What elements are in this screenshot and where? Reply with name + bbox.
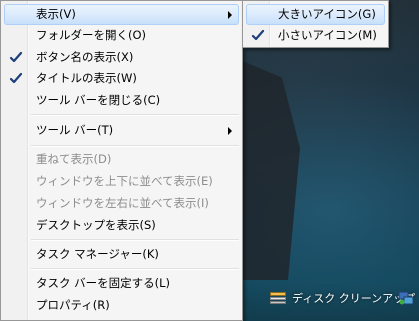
menu-item-label: プロパティ(R) xyxy=(36,298,110,312)
view-submenu: 大きいアイコン(G) 小さいアイコン(M) xyxy=(242,0,389,48)
menu-item-label: 小さいアイコン(M) xyxy=(278,28,377,42)
menu-item-label: デスクトップを表示(S) xyxy=(36,218,156,232)
network-icon[interactable] xyxy=(398,290,414,306)
taskbar-context-menu: 表示(V) フォルダーを開く(O) ボタン名の表示(X) タイトルの表示(W) … xyxy=(0,0,243,321)
menu-separator xyxy=(31,268,239,270)
menu-item-lock-taskbar[interactable]: タスク バーを固定する(L) xyxy=(4,273,239,294)
disk-cleanup-label: ディスク クリーンアップ xyxy=(292,292,416,305)
menu-item-properties[interactable]: プロパティ(R) xyxy=(4,295,239,316)
menu-item-label: ボタン名の表示(X) xyxy=(36,50,134,64)
menu-item-label: ウィンドウを左右に並べて表示(I) xyxy=(36,196,209,210)
menu-item-toolbars[interactable]: ツール バー(T) xyxy=(4,120,239,141)
menu-item-label: フォルダーを開く(O) xyxy=(36,28,147,42)
submenu-item-large-icons[interactable]: 大きいアイコン(G) xyxy=(246,4,385,25)
menu-item-view[interactable]: 表示(V) xyxy=(4,4,239,25)
desktop-rock xyxy=(240,60,300,280)
menu-separator xyxy=(31,114,239,116)
menu-item-label: タスク バーを固定する(L) xyxy=(36,276,171,290)
menu-item-side-by-side: ウィンドウを左右に並べて表示(I) xyxy=(4,193,239,214)
disk-cleanup-icon xyxy=(270,292,286,304)
menu-separator xyxy=(31,145,239,147)
menu-item-stack: ウィンドウを上下に並べて表示(E) xyxy=(4,171,239,192)
menu-item-show-title[interactable]: タイトルの表示(W) xyxy=(4,68,239,89)
menu-item-cascade: 重ねて表示(D) xyxy=(4,149,239,170)
menu-item-label: タスク マネージャー(K) xyxy=(36,247,159,261)
menu-separator xyxy=(31,239,239,241)
menu-item-task-manager[interactable]: タスク マネージャー(K) xyxy=(4,244,239,265)
menu-item-label: 大きいアイコン(G) xyxy=(278,7,376,21)
menu-item-label: タイトルの表示(W) xyxy=(36,71,137,85)
menu-item-label: ウィンドウを上下に並べて表示(E) xyxy=(36,174,213,188)
submenu-arrow-icon xyxy=(228,11,232,19)
checkmark-icon xyxy=(9,72,23,84)
menu-item-show-desktop[interactable]: デスクトップを表示(S) xyxy=(4,215,239,236)
submenu-arrow-icon xyxy=(228,127,232,135)
menu-item-show-text[interactable]: ボタン名の表示(X) xyxy=(4,47,239,68)
menu-item-label: 表示(V) xyxy=(36,7,76,21)
menu-item-open-folder[interactable]: フォルダーを開く(O) xyxy=(4,25,239,46)
menu-item-close-toolbar[interactable]: ツール バーを閉じる(C) xyxy=(4,90,239,111)
checkmark-icon xyxy=(251,29,265,41)
menu-item-label: ツール バー(T) xyxy=(36,123,114,137)
submenu-item-small-icons[interactable]: 小さいアイコン(M) xyxy=(246,25,385,46)
disk-cleanup-toolbar-button[interactable]: ディスク クリーンアップ xyxy=(270,288,415,308)
menu-item-label: 重ねて表示(D) xyxy=(36,152,112,166)
checkmark-icon xyxy=(9,51,23,63)
menu-item-label: ツール バーを閉じる(C) xyxy=(36,93,161,107)
